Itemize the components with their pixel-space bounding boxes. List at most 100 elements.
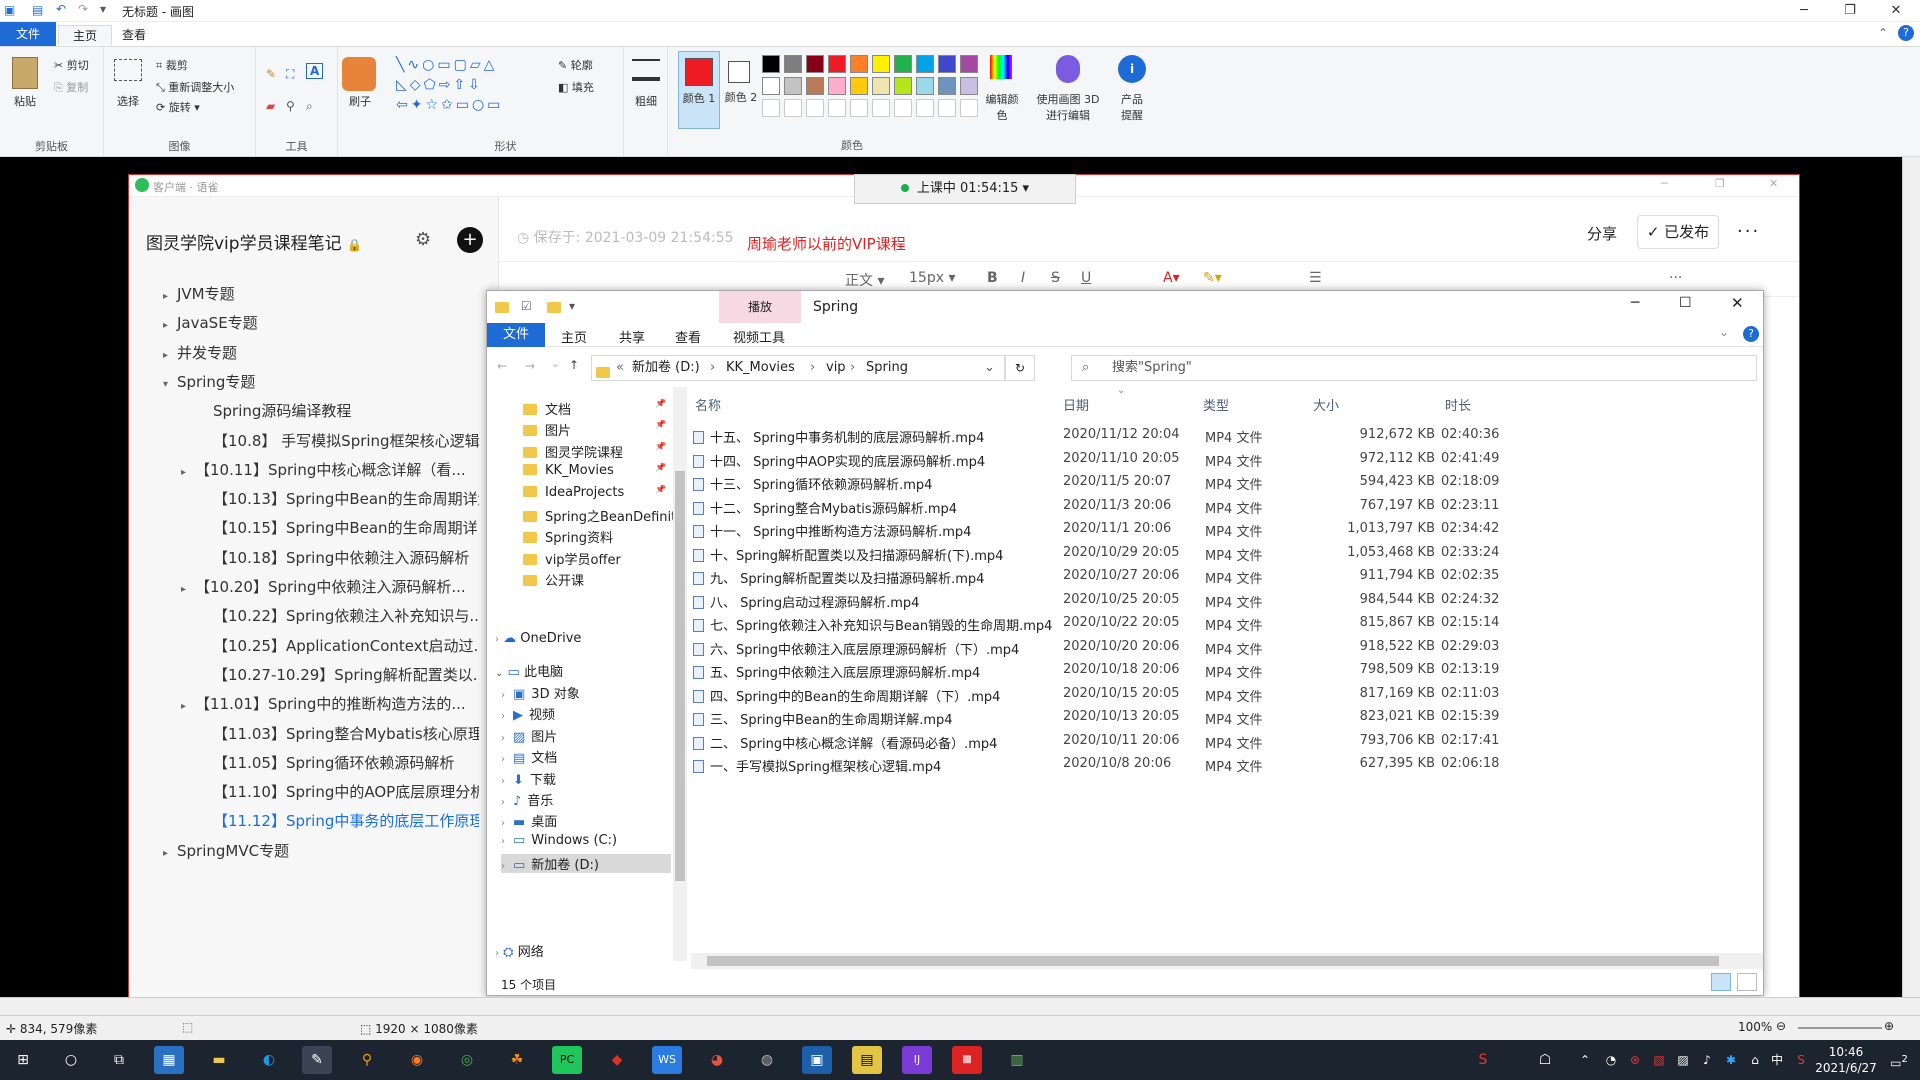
palette-swatch[interactable] xyxy=(828,77,846,95)
palette-swatch[interactable] xyxy=(916,55,934,73)
nav-this-pc[interactable]: ⌄ ▭ 此电脑 xyxy=(495,661,563,680)
paint-vscrollbar[interactable] xyxy=(1902,157,1920,997)
app-icon[interactable]: ☘ xyxy=(502,1046,532,1074)
nav-expand-icon[interactable]: › xyxy=(501,690,505,701)
tree-arrow-icon[interactable]: ▸ xyxy=(181,584,195,595)
path-spring[interactable]: Spring xyxy=(866,356,908,380)
palette-swatch[interactable] xyxy=(894,77,912,95)
file-row[interactable]: 六、Spring中依赖注入底层原理源码解析（下）.mp4 2020/10/20 2… xyxy=(691,636,1920,659)
nav-pc-item[interactable]: › ▨ 图片 xyxy=(501,726,671,745)
tree-arrow-icon[interactable]: ▸ xyxy=(163,291,177,302)
nav-quick-item[interactable]: IdeaProjects 📌 xyxy=(523,485,673,500)
palette-empty-swatch[interactable] xyxy=(762,99,780,117)
nav-pc-item[interactable]: › ⬇ 下载 xyxy=(501,769,671,788)
info-icon[interactable]: i xyxy=(1118,55,1146,83)
bold-icon[interactable]: B xyxy=(987,270,998,286)
fontsize-dropdown[interactable]: 15px ▾ xyxy=(909,270,955,286)
paste-icon[interactable] xyxy=(12,57,38,89)
address-dropdown-icon[interactable]: ⌄ xyxy=(984,356,995,380)
tree-arrow-icon[interactable]: ▸ xyxy=(163,320,177,331)
chrome-icon[interactable]: ◎ xyxy=(452,1046,482,1074)
rotate-button[interactable]: ⟳ 旋转 ▾ xyxy=(156,99,200,115)
file-row[interactable]: 一、手写模拟Spring框架核心逻辑.mp4 2020/10/8 20:06 MP4… xyxy=(691,753,1920,776)
palette-swatch[interactable] xyxy=(784,55,802,73)
tree-item[interactable]: 【11.12】Spring中事务的底层工作原理 xyxy=(199,810,479,831)
nav-pc-item[interactable]: › ▭ Windows (C:) xyxy=(501,833,671,848)
font-color-icon[interactable]: A▾ xyxy=(1163,270,1180,286)
recent-icon[interactable]: ⌄ xyxy=(551,359,559,370)
up-icon[interactable]: ↑ xyxy=(569,358,579,372)
palette-swatch[interactable] xyxy=(938,55,956,73)
nav-quick-item[interactable]: KK_Movies 📌 xyxy=(523,463,673,478)
nav-expand-icon[interactable]: › xyxy=(501,797,505,808)
app2-icon[interactable]: ◕ xyxy=(702,1046,732,1074)
italic-icon[interactable]: I xyxy=(1021,270,1025,286)
color2-selector[interactable]: 颜色 2 xyxy=(724,51,758,129)
palette-swatch[interactable] xyxy=(894,55,912,73)
yuque-maximize-button[interactable]: ❐ xyxy=(1715,177,1725,190)
palette-swatch[interactable] xyxy=(916,77,934,95)
notepad-icon[interactable]: ▥ xyxy=(1002,1046,1032,1074)
explorer-help-icon[interactable]: ? xyxy=(1743,326,1759,342)
path-vip[interactable]: vip xyxy=(826,356,846,380)
explorer-maximize-button[interactable]: ☐ xyxy=(1679,295,1692,311)
color-picker-icon[interactable]: ⚲ xyxy=(286,99,295,113)
intellij-icon[interactable]: IJ xyxy=(902,1046,932,1074)
size-button[interactable]: 粗细 xyxy=(632,93,660,109)
nav-pc-item[interactable]: › ▬ 桌面 xyxy=(501,811,671,830)
nav-expand-icon[interactable]: › xyxy=(501,733,505,744)
pin-icon[interactable]: 📌 xyxy=(655,463,666,473)
tree-item[interactable]: ▸ 【11.01】Spring中的推断构造方法的... xyxy=(181,693,479,714)
expand-ribbon-icon[interactable]: ⌄ xyxy=(1719,325,1729,339)
notification-icon[interactable]: ▭2 xyxy=(1884,1046,1914,1074)
calculator-icon[interactable]: ▦ xyxy=(154,1046,184,1074)
yuque-minimize-button[interactable]: ─ xyxy=(1661,177,1668,190)
nav-network[interactable]: › ⛭ 网络 xyxy=(495,941,544,960)
tree-item[interactable]: Spring源码编译教程 xyxy=(199,400,479,421)
pycharm-icon[interactable]: PC xyxy=(552,1046,582,1074)
search-box[interactable]: ⌕ 搜索"Spring" xyxy=(1071,355,1757,381)
tab-file[interactable]: 文件 xyxy=(0,22,56,46)
tree-item[interactable]: ▸ JavaSE专题 xyxy=(163,312,479,333)
nav-pc-item[interactable]: › ▣ 3D 对象 xyxy=(501,683,671,702)
tree-item[interactable]: 【11.05】Spring循环依赖源码解析 xyxy=(199,752,479,773)
explorer-tab-video-tools[interactable]: 视频工具 xyxy=(733,327,785,346)
palette-swatch[interactable] xyxy=(828,55,846,73)
underline-icon[interactable]: U xyxy=(1081,270,1091,286)
tree-item[interactable]: 【10.22】Spring依赖注入补充知识与... xyxy=(199,605,479,626)
qat-dropdown-icon[interactable]: ▾ xyxy=(100,2,106,16)
file-row[interactable]: 十二、 Spring整合Mybatis源码解析.mp4 2020/11/3 20:… xyxy=(691,495,1920,518)
book-title[interactable]: 图灵学院vip学员课程笔记 🔒 xyxy=(146,229,362,254)
file-row[interactable]: 七、Spring依赖注入补充知识与Bean销毁的生命周期.mp4 2020/10/… xyxy=(691,612,1920,635)
copy-button[interactable]: ⎘ 复制 xyxy=(54,79,88,95)
redis-icon[interactable]: ◆ xyxy=(602,1046,632,1074)
nav-pc-item[interactable]: › ▶ 视频 xyxy=(501,704,671,723)
tree-item[interactable]: ▸ JVM专题 xyxy=(163,283,479,304)
nav-pc-item[interactable]: › ▤ 文档 xyxy=(501,747,671,766)
edit-colors-button[interactable]: 编辑颜色 xyxy=(982,91,1022,123)
shapes-gallery[interactable]: ╲∿○▭▢▱△ ◺◇⬠⇨⇧⇩ ⇦✦☆✩▭○▭ xyxy=(396,55,546,117)
paint-hscrollbar[interactable] xyxy=(0,997,1920,1015)
edge-icon[interactable]: ◐ xyxy=(254,1046,284,1074)
sogou-ime-icon[interactable]: S xyxy=(1786,1046,1816,1074)
tree-item[interactable]: 【10.27-10.29】Spring解析配置类以... xyxy=(199,664,479,685)
palette-swatch[interactable] xyxy=(784,77,802,95)
palette-empty-swatch[interactable] xyxy=(850,99,868,117)
nav-quick-item[interactable]: vip学员offer xyxy=(523,549,673,568)
maximize-button[interactable]: ❐ xyxy=(1827,0,1873,22)
col-size[interactable]: 大小 xyxy=(1313,395,1339,414)
file-row[interactable]: 十五、 Spring中事务机制的底层源码解析.mp4 2020/11/12 20:… xyxy=(691,424,1920,447)
settings-icon[interactable]: ⚙ xyxy=(415,229,431,250)
paste-button[interactable]: 粘贴 xyxy=(8,93,42,109)
forward-icon[interactable]: → xyxy=(525,359,535,373)
nav-expand-icon[interactable]: › xyxy=(501,836,505,847)
new-folder-icon[interactable] xyxy=(547,301,569,315)
class-timer[interactable]: 上课中 01:54:15 ▾ xyxy=(854,174,1076,204)
tree-item[interactable]: ▸ 【10.11】Spring中核心概念详解（看... xyxy=(181,459,479,480)
product-alert-button[interactable]: 产品提醒 xyxy=(1118,91,1146,123)
file-row[interactable]: 十三、 Spring循环依赖源码解析.mp4 2020/11/5 20:07 MP4… xyxy=(691,471,1920,494)
file-row[interactable]: 二、 Spring中核心概念详解（看源码必备）.mp4 2020/10/11 20… xyxy=(691,730,1920,753)
resize-button[interactable]: ⤡ 重新调整大小 xyxy=(156,79,234,95)
tree-item[interactable]: 【10.18】Spring中依赖注入源码解析 xyxy=(199,547,479,568)
file-row[interactable]: 十、Spring解析配置类以及扫描源码解析(下).mp4 2020/10/29 2… xyxy=(691,542,1920,565)
